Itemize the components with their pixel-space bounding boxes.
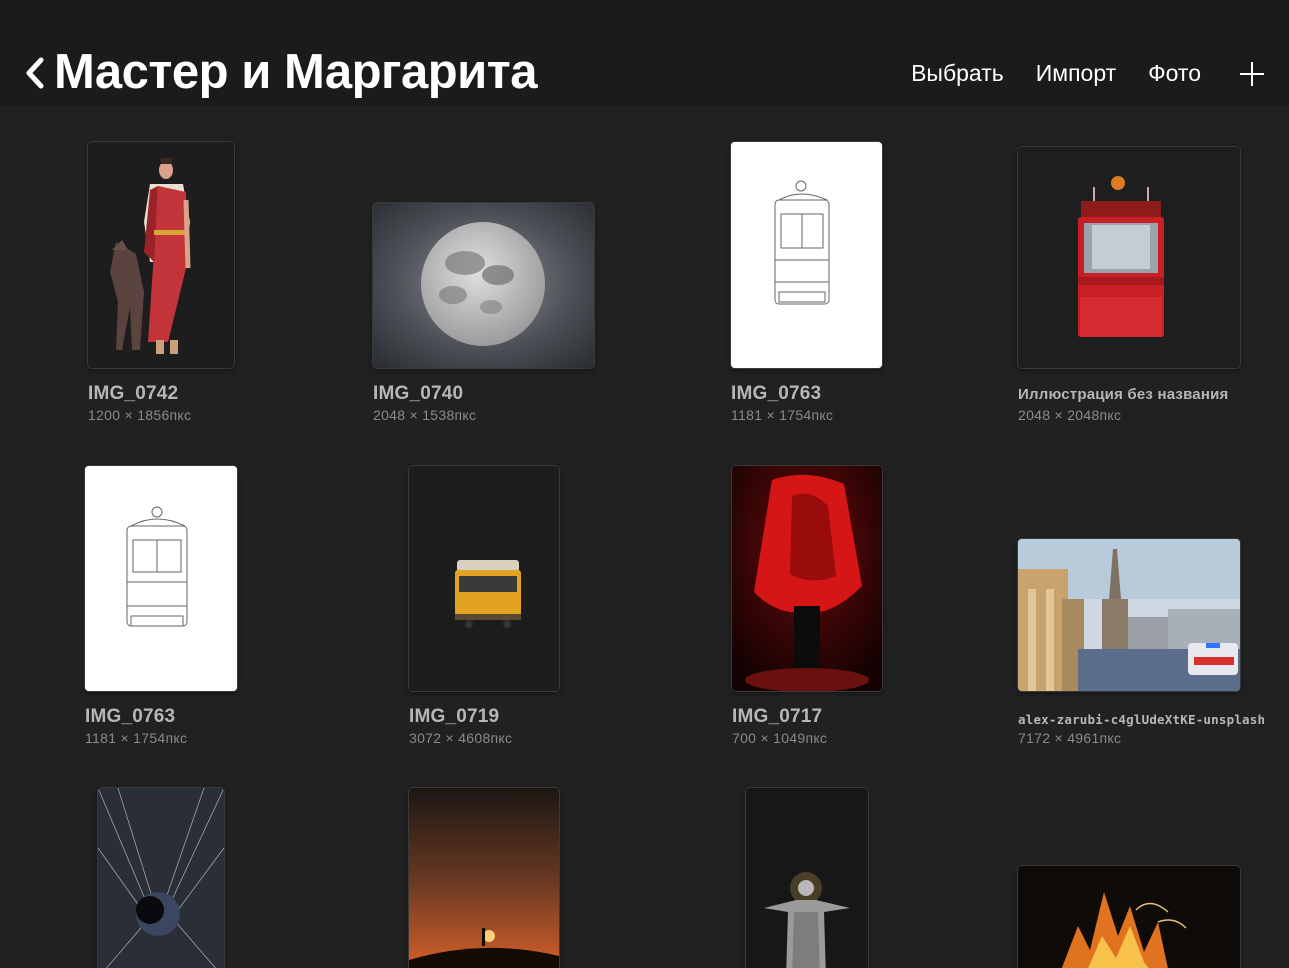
artwork-name: IMG_0717 (732, 706, 823, 727)
artwork-preview-yellow-tram (409, 466, 559, 691)
artwork-thumbnail[interactable] (1018, 866, 1240, 968)
photo-button[interactable]: Фото (1148, 60, 1201, 87)
artwork-thumbnail[interactable] (746, 788, 868, 968)
artwork-name: IMG_0763 (85, 706, 176, 727)
artwork-preview-tram-sketch (85, 466, 237, 691)
artwork-dimensions: 1181 × 1754пкс (85, 730, 188, 746)
artwork-dimensions: 1200 × 1856пкс (88, 407, 192, 423)
artwork-dimensions: 7172 × 4961пкс (1018, 730, 1122, 746)
artwork-name: IMG_0740 (373, 383, 464, 404)
gallery-screen: Мастер и Маргарита Выбрать Импорт Фото I… (0, 0, 1289, 968)
artwork-preview-figure (88, 142, 234, 368)
artwork-thumbnail[interactable] (98, 788, 224, 968)
select-button[interactable]: Выбрать (911, 60, 1004, 87)
artwork-preview-sunset (409, 788, 559, 968)
artwork-preview-skyscrapers (98, 788, 224, 968)
artwork-dimensions: 1181 × 1754пкс (731, 407, 834, 423)
artwork-preview-red-cloth (732, 466, 882, 691)
import-button[interactable]: Импорт (1036, 60, 1116, 87)
back-button[interactable] (20, 50, 50, 96)
artwork-dimensions: 2048 × 2048пкс (1018, 407, 1122, 423)
artwork-thumbnail[interactable] (732, 466, 882, 691)
artwork-dimensions: 700 × 1049пкс (732, 730, 828, 746)
artwork-thumbnail[interactable] (85, 466, 237, 691)
artwork-preview-city-collage (1018, 539, 1240, 691)
artwork-name: Иллюстрация без названия (1018, 386, 1229, 403)
artwork-thumbnail[interactable] (409, 466, 559, 691)
artwork-thumbnail[interactable] (88, 142, 234, 368)
page-title: Мастер и Маргарита (54, 45, 538, 99)
artwork-thumbnail[interactable] (731, 142, 882, 368)
artwork-name: alex-zarubi-c4glUdeXtKE-unsplash (1018, 712, 1266, 727)
artwork-thumbnail[interactable] (373, 203, 594, 368)
artwork-thumbnail[interactable] (1018, 539, 1240, 691)
navigation-bar: Мастер и Маргарита Выбрать Импорт Фото (0, 0, 1289, 106)
artwork-thumbnail[interactable] (1018, 147, 1240, 368)
chevron-left-icon (26, 57, 44, 89)
artwork-name: IMG_0763 (731, 383, 822, 404)
artwork-dimensions: 3072 × 4608пкс (409, 730, 513, 746)
artwork-preview-red-tram (1018, 147, 1240, 368)
artwork-preview-bonfire (1018, 866, 1240, 968)
toolbar-actions: Выбрать Импорт Фото (911, 60, 1265, 87)
artwork-name: IMG_0742 (88, 383, 179, 404)
plus-icon[interactable] (1239, 61, 1265, 87)
artwork-preview-tram-sketch (731, 142, 882, 368)
artwork-preview-moon (373, 203, 594, 368)
artwork-name: IMG_0719 (409, 706, 500, 727)
artwork-preview-statue (746, 788, 868, 968)
artwork-dimensions: 2048 × 1538пкс (373, 407, 477, 423)
artwork-thumbnail[interactable] (409, 788, 559, 968)
